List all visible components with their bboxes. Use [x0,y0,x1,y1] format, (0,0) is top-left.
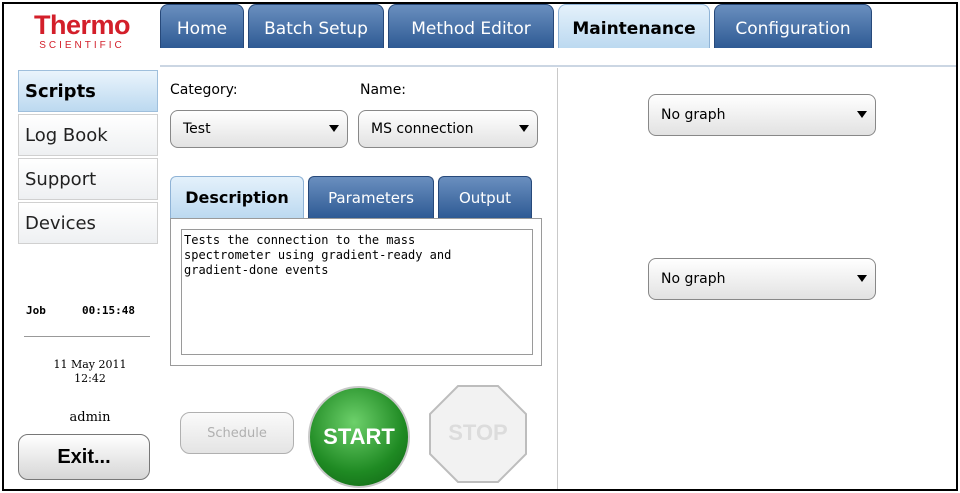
panel-divider [557,68,558,489]
job-timer: 00:15:48 [82,304,135,317]
graph-select-1[interactable]: No graph [648,94,876,136]
start-button[interactable]: START [308,386,410,488]
sidebar-item-log-book[interactable]: Log Book [18,114,158,156]
chevron-down-icon [857,111,867,118]
exit-button[interactable]: Exit... [18,434,150,480]
job-label: Job [26,304,46,317]
tab-method-editor[interactable]: Method Editor [388,4,554,48]
tab-batch-setup[interactable]: Batch Setup [248,4,384,48]
tab-description[interactable]: Description [170,176,304,218]
chevron-down-icon [519,125,529,132]
sidebar-divider [24,336,150,337]
schedule-button[interactable]: Schedule [180,412,294,454]
tab-configuration[interactable]: Configuration [714,4,872,48]
name-select-value: MS connection [371,121,474,137]
tab-home[interactable]: Home [160,4,244,48]
sidebar-item-support[interactable]: Support [18,158,158,200]
app-window: Thermo SCIENTIFIC Home Batch Setup Metho… [2,2,958,491]
tab-bar-rule [160,65,956,67]
category-label: Category: [170,82,238,98]
description-text: Tests the connection to the mass spectro… [181,229,533,355]
graph-select-2-value: No graph [661,271,726,287]
chevron-down-icon [857,275,867,282]
time-text: 12:42 [74,372,106,385]
name-select[interactable]: MS connection [358,110,538,148]
thermo-scientific-logo: Thermo SCIENTIFIC [18,10,148,60]
category-select-value: Test [183,121,211,137]
logo-main-text: Thermo [33,10,131,40]
stop-label: STOP [448,420,508,445]
description-panel: Tests the connection to the mass spectro… [170,218,542,366]
stop-button[interactable]: STOP [428,384,528,484]
user-name: admin [69,410,111,425]
date-text: 11 May 2011 [53,358,127,371]
tab-maintenance[interactable]: Maintenance [558,4,710,48]
logo-sub-text: SCIENTIFIC [39,40,125,51]
tab-output[interactable]: Output [438,176,532,218]
graph-select-1-value: No graph [661,107,726,123]
tab-parameters[interactable]: Parameters [308,176,434,218]
date-time-display: 11 May 2011 12:42 [22,358,158,386]
chevron-down-icon [329,125,339,132]
sidebar-item-scripts[interactable]: Scripts [18,70,158,112]
graph-select-2[interactable]: No graph [648,258,876,300]
name-label: Name: [360,82,407,98]
category-select[interactable]: Test [170,110,348,148]
sidebar-item-devices[interactable]: Devices [18,202,158,244]
